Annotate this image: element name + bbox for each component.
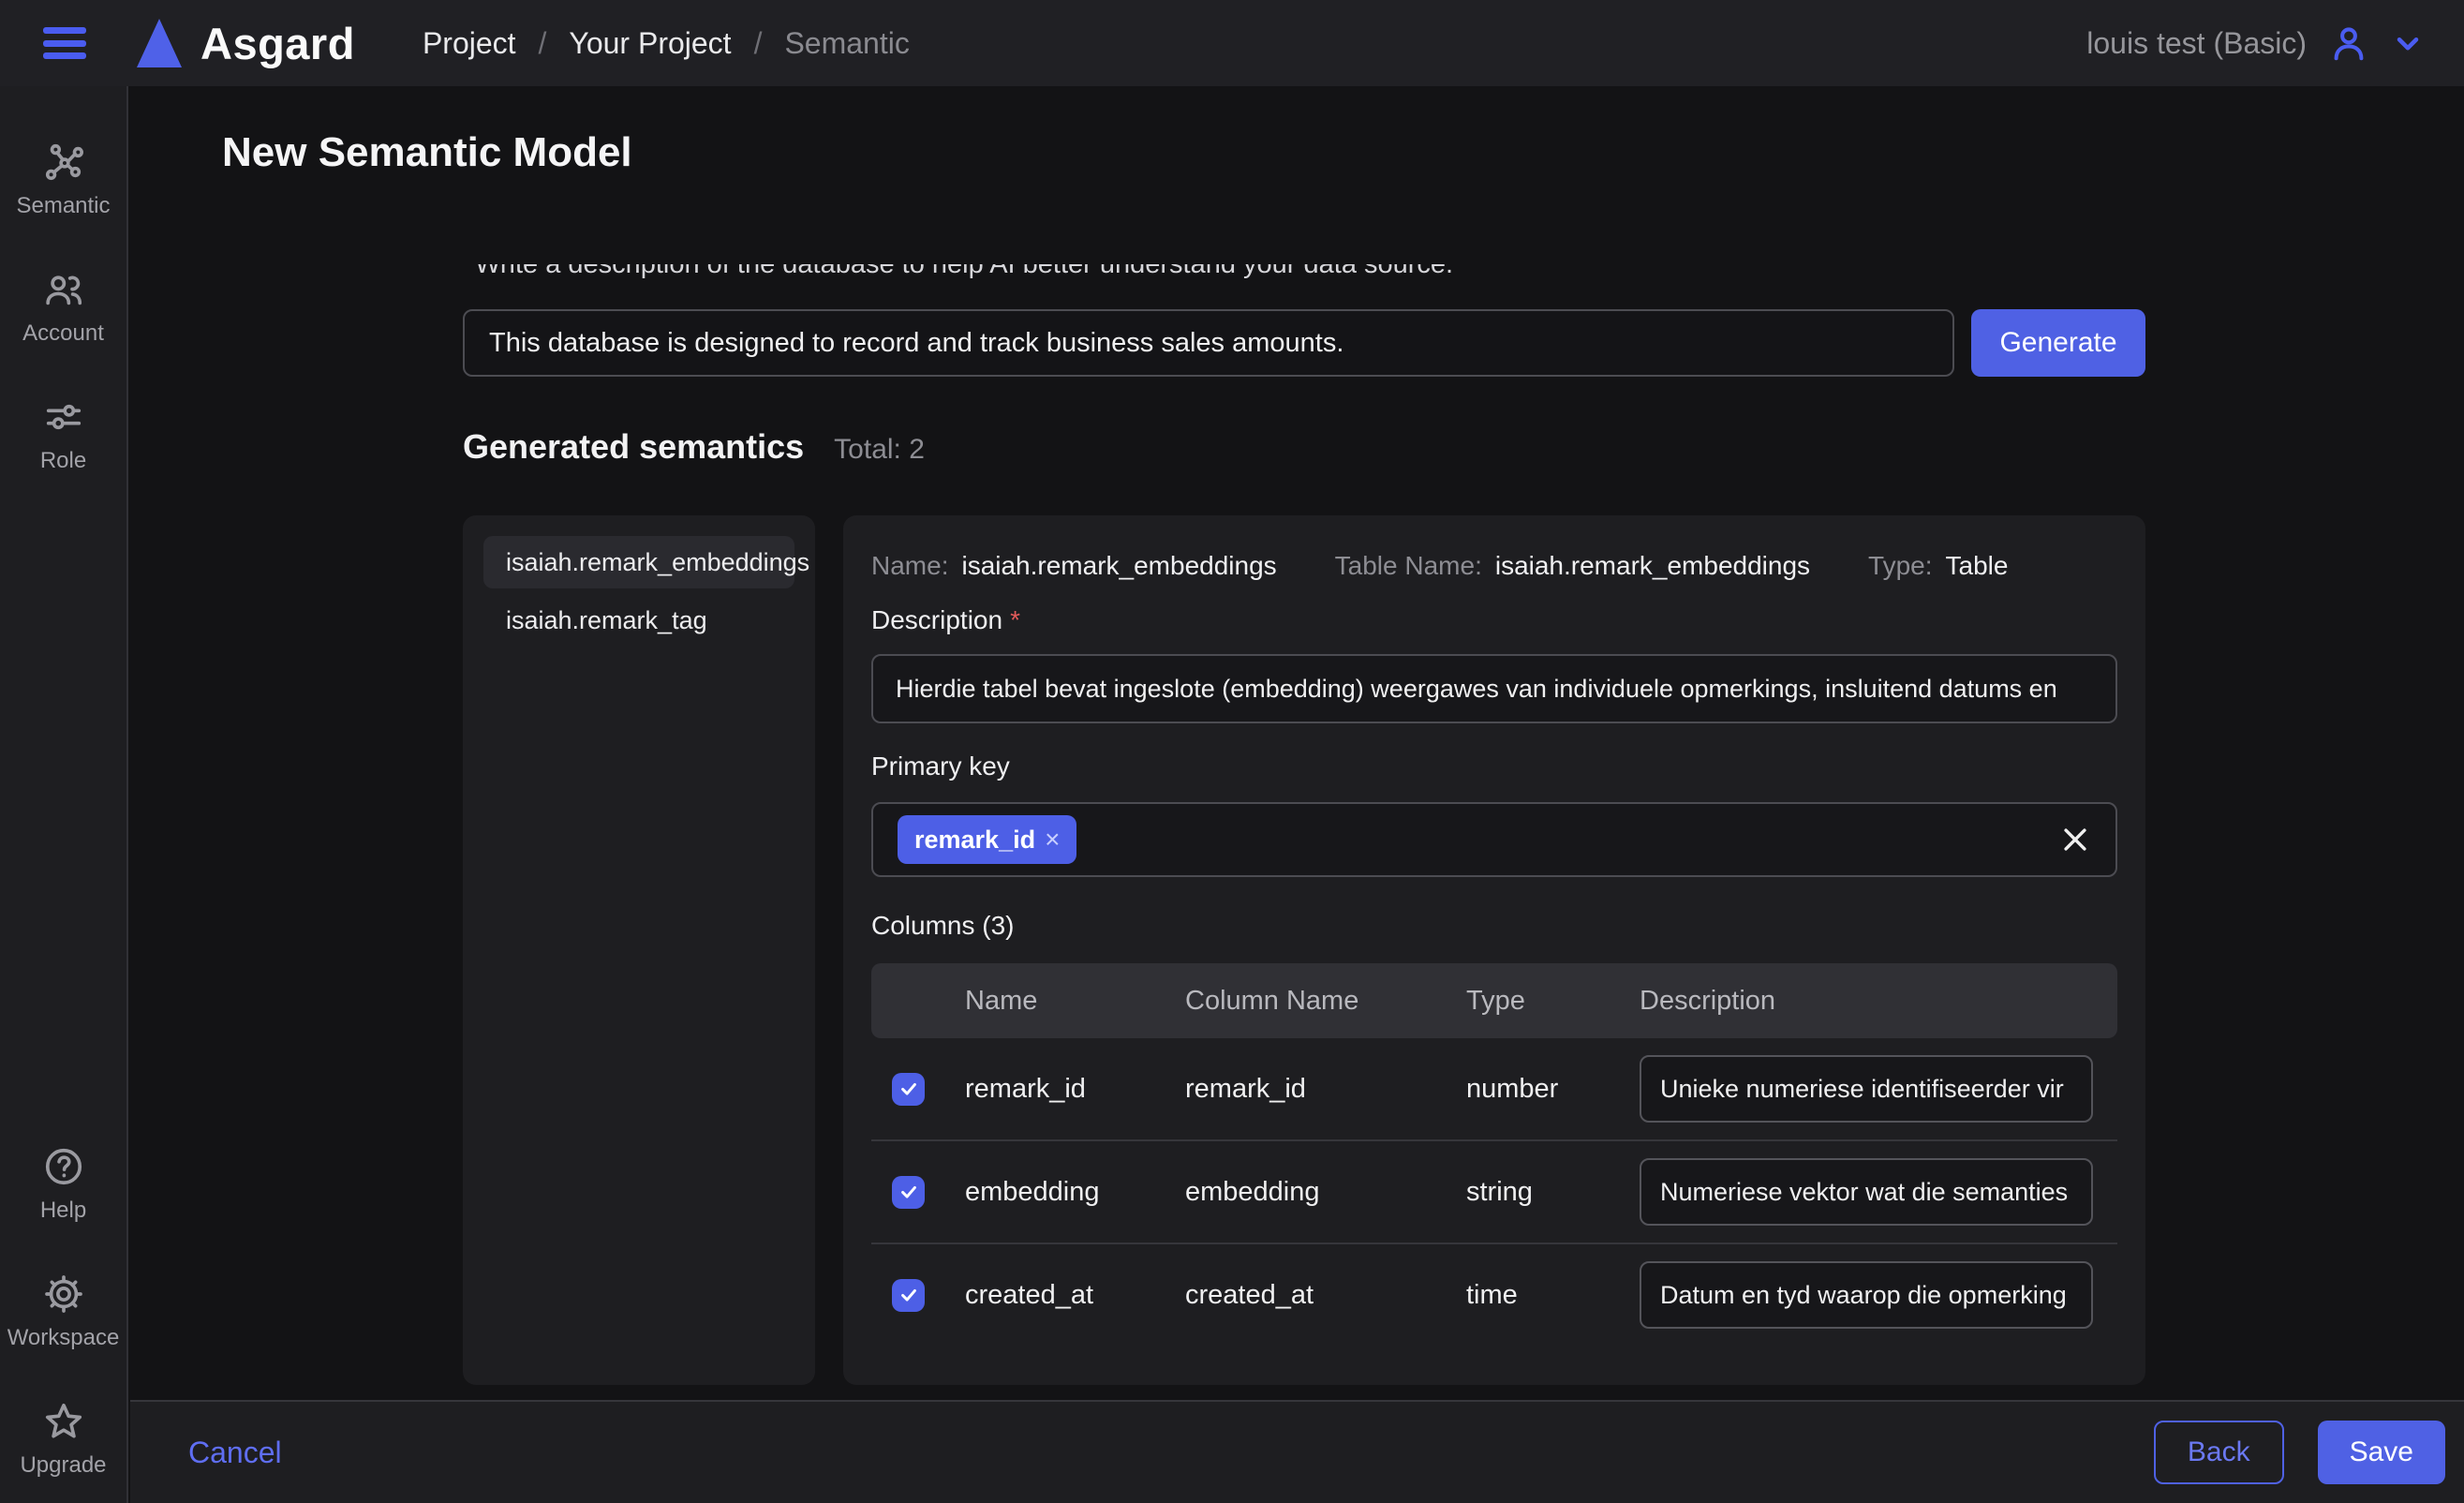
type-value: Table [1946,551,2009,581]
sidebar: Semantic Account Role [0,86,128,1503]
cell-description-input[interactable]: Unieke numeriese identifiseerder vir [1640,1055,2093,1123]
description-input[interactable]: Hierdie tabel bevat ingeslote (embedding… [871,654,2117,723]
row-checkbox-checked[interactable] [892,1279,925,1312]
breadcrumb-separator: / [539,26,547,61]
breadcrumb-project[interactable]: Project [423,26,516,61]
table-name-label: Table Name: [1335,551,1482,581]
cell-name: created_at [965,1280,1185,1311]
user-avatar-icon[interactable] [2327,22,2370,65]
header-name: Name [965,986,1185,1017]
columns-table-header: Name Column Name Type Description [871,963,2117,1038]
cell-name: embedding [965,1177,1185,1208]
required-asterisk: * [1010,605,1020,635]
breadcrumb-semantic: Semantic [784,26,909,61]
chevron-down-icon[interactable] [2391,26,2425,60]
cell-column-name: embedding [1185,1177,1466,1208]
columns-count-label: Columns (3) [871,911,2117,941]
cell-description-input[interactable]: Numeriese vektor wat die semanties [1640,1158,2093,1226]
primary-key-label: Primary key [871,752,2117,781]
sidebar-label-help: Help [40,1198,86,1224]
breadcrumb-your-project[interactable]: Your Project [569,26,731,61]
account-people-icon [42,268,85,311]
table-row: embedding embedding string Numeriese vek… [871,1141,2117,1244]
header-type: Type [1466,986,1640,1017]
name-label: Name: [871,551,948,581]
sidebar-item-account[interactable]: Account [0,268,127,347]
brand-title: Asgard [200,18,355,69]
cell-type: time [1466,1280,1640,1311]
help-icon [42,1145,85,1188]
sidebar-label-role: Role [40,448,86,474]
list-item-remark-embeddings[interactable]: isaiah.remark_embeddings [483,536,794,588]
primary-key-tag-label: remark_id [914,826,1035,855]
row-checkbox-checked[interactable] [892,1073,925,1106]
table-row: remark_id remark_id number Unieke numeri… [871,1038,2117,1141]
total-count-label: Total: 2 [834,434,925,466]
db-description-hint: Write a description of the database to h… [475,264,1453,279]
header-column-name: Column Name [1185,986,1466,1017]
sidebar-item-help[interactable]: Help [0,1145,127,1224]
generated-semantics-title: Generated semantics [463,427,804,467]
description-label: Description [871,605,1002,635]
primary-key-select[interactable]: remark_id × [871,802,2117,877]
cell-column-name: remark_id [1185,1074,1466,1105]
list-item-remark-tag[interactable]: isaiah.remark_tag [483,594,794,647]
top-navbar: Asgard Project / Your Project / Semantic… [0,0,2464,86]
cell-description-input[interactable]: Datum en tyd waarop die opmerking [1640,1261,2093,1329]
cancel-link[interactable]: Cancel [188,1436,282,1470]
cell-type: string [1466,1177,1640,1208]
sidebar-item-workspace[interactable]: Workspace [0,1272,127,1351]
role-sliders-icon [42,395,85,439]
sidebar-label-upgrade: Upgrade [20,1452,106,1479]
model-list-panel: isaiah.remark_embeddings isaiah.remark_t… [463,515,815,1385]
sidebar-label-workspace: Workspace [7,1325,120,1351]
db-description-input[interactable]: This database is designed to record and … [463,309,1954,377]
sidebar-item-role[interactable]: Role [0,395,127,474]
semantic-graph-icon [42,141,85,184]
table-name-value: isaiah.remark_embeddings [1495,551,1810,581]
row-checkbox-checked[interactable] [892,1176,925,1209]
sidebar-label-account: Account [22,320,104,347]
breadcrumb: Project / Your Project / Semantic [423,26,910,61]
user-name-label: louis test (Basic) [2086,26,2307,61]
primary-key-tag[interactable]: remark_id × [898,815,1076,864]
cell-type: number [1466,1074,1640,1105]
cell-name: remark_id [965,1074,1185,1105]
generate-button[interactable]: Generate [1971,309,2145,377]
columns-table: Name Column Name Type Description remark… [871,963,2117,1357]
sidebar-item-upgrade[interactable]: Upgrade [0,1400,127,1479]
name-value: isaiah.remark_embeddings [961,551,1276,581]
table-row: created_at created_at time Datum en tyd … [871,1244,2117,1357]
model-detail-panel: Name: isaiah.remark_embeddings Table Nam… [843,515,2145,1385]
sidebar-item-semantic[interactable]: Semantic [0,141,127,219]
breadcrumb-separator: / [754,26,763,61]
scroll-clipped-region: Write a description of the database to h… [475,264,2464,279]
remove-tag-icon[interactable]: × [1045,825,1060,855]
save-button[interactable]: Save [2318,1421,2445,1484]
sidebar-label-semantic: Semantic [16,193,110,219]
main-content: New Semantic Model Write a description o… [130,86,2464,1400]
clear-selection-icon[interactable] [2059,824,2091,856]
footer-bar: Cancel Back Save [130,1400,2464,1503]
menu-icon[interactable] [43,27,86,59]
cell-column-name: created_at [1185,1280,1466,1311]
page-title: New Semantic Model [222,129,2464,176]
upgrade-star-icon [42,1400,85,1443]
asgard-logo-icon [137,19,182,67]
workspace-gear-icon [42,1272,85,1316]
type-label: Type: [1868,551,1932,581]
back-button[interactable]: Back [2154,1421,2284,1484]
header-description: Description [1640,986,2117,1017]
